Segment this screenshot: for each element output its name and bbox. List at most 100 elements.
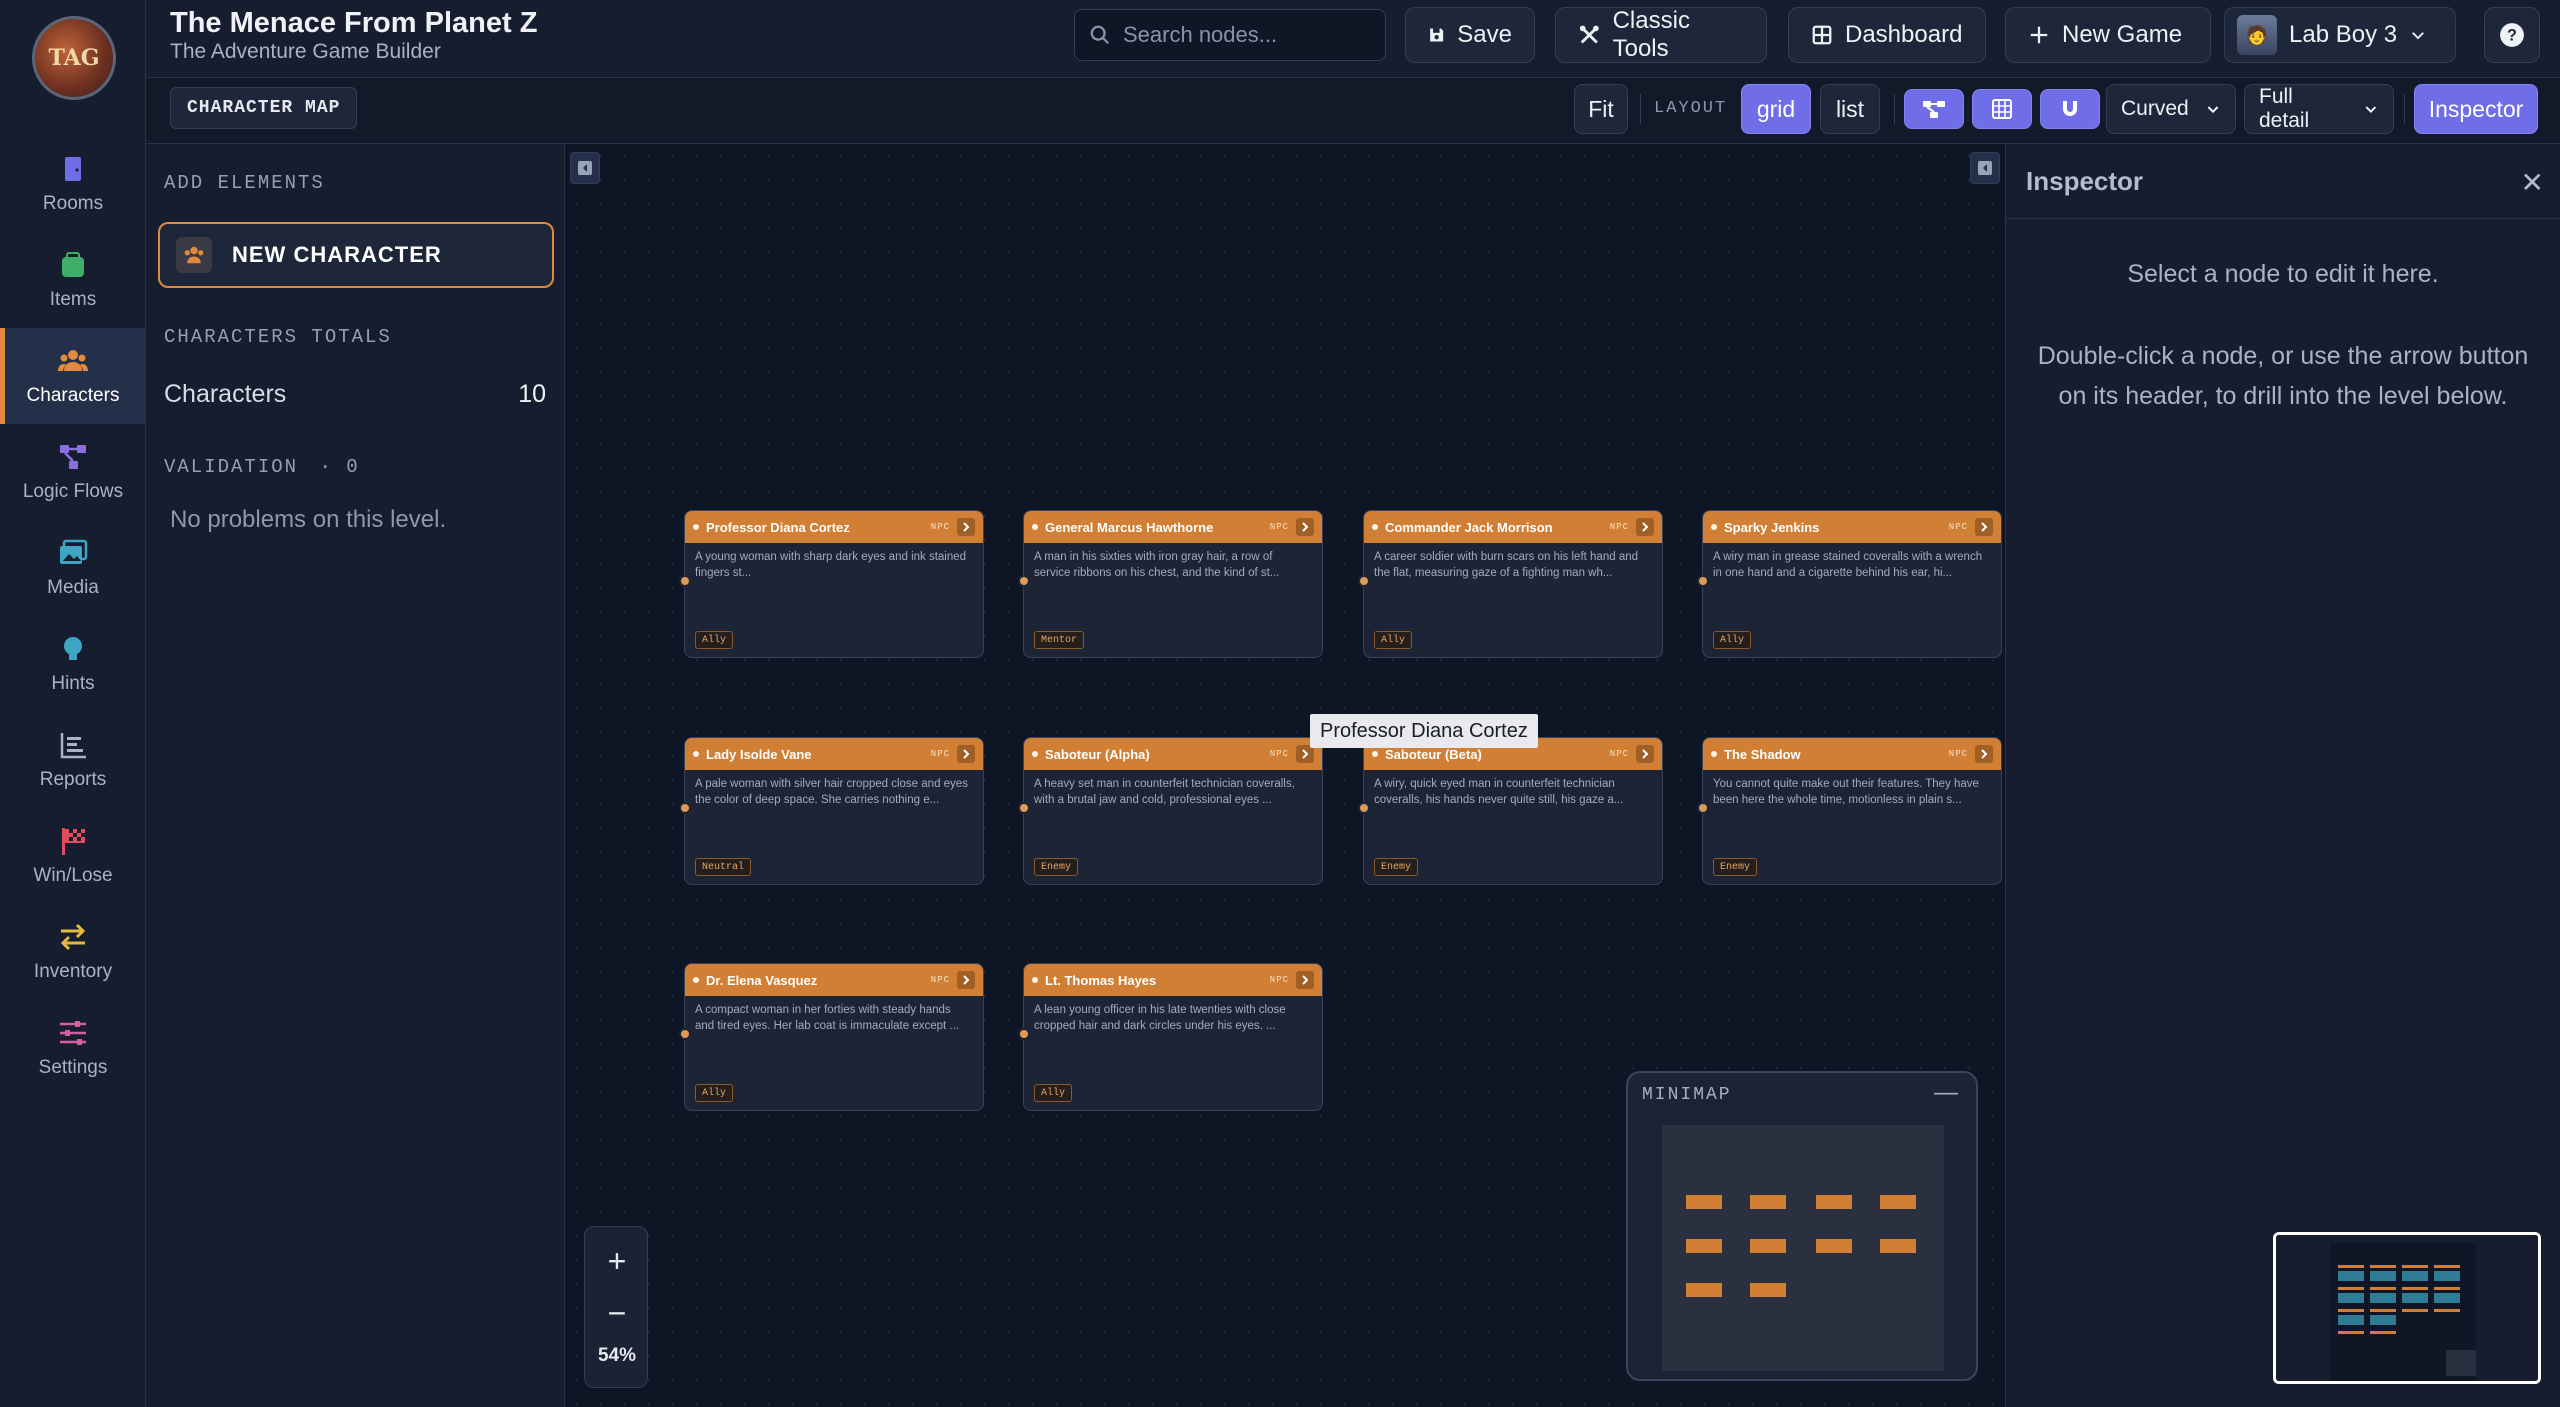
fit-button[interactable]: Fit [1574,84,1628,134]
magnet-button[interactable] [2040,89,2100,129]
logo-text: TAG [48,45,100,71]
close-icon[interactable]: ✕ [2521,166,2544,199]
zoom-in-button[interactable]: + [585,1235,649,1287]
layout-list-button[interactable]: list [1820,84,1880,134]
minimap-node [1686,1195,1722,1209]
drill-down-button[interactable] [1975,518,1993,536]
toolbar-divider [1894,94,1895,124]
classic-tools-button[interactable]: Classic Tools [1555,7,1767,63]
nav-label: Items [49,289,97,310]
door-icon [65,157,81,181]
nav-items[interactable]: Items [0,232,146,328]
drill-down-button[interactable] [1975,745,1993,763]
character-node[interactable]: Sparky Jenkins NPC A wiry man in grease st… [1697,510,2002,658]
connection-port[interactable] [1697,575,1709,587]
connection-port[interactable] [1018,575,1030,587]
nav-media[interactable]: Media [0,520,146,616]
nav-rooms[interactable]: Rooms [0,136,146,232]
search-box[interactable] [1074,9,1386,61]
layout-grid-button[interactable]: grid [1741,84,1811,134]
flag-icon [62,828,85,855]
collapse-left-panel-button[interactable] [570,152,600,184]
node-header[interactable]: General Marcus Hawthorne NPC [1024,511,1322,543]
connection-port[interactable] [1358,575,1370,587]
zoom-out-button[interactable]: − [585,1287,649,1339]
character-node[interactable]: Dr. Elena Vasquez NPC A compact woman in h… [679,963,984,1111]
character-node[interactable]: Commander Jack Morrison NPC A career soldi… [1358,510,1663,658]
node-header[interactable]: Saboteur (Alpha) NPC [1024,738,1322,770]
drill-down-button[interactable] [957,745,975,763]
character-node[interactable]: Saboteur (Alpha) NPC A heavy set man in co… [1018,737,1323,885]
minimap-minimize-button[interactable]: — [1934,1079,1958,1107]
inspector-toggle-button[interactable]: Inspector [2414,84,2538,134]
connection-port[interactable] [1358,802,1370,814]
character-node[interactable]: Lady Isolde Vane NPC A pale woman with sil… [679,737,984,885]
minimap-viewport[interactable] [1662,1125,1944,1371]
node-header[interactable]: Sparky Jenkins NPC [1703,511,2001,543]
toolbar-divider [1640,94,1641,124]
nav-characters[interactable]: Characters [0,328,146,424]
edge-style-select[interactable]: Curved [2106,84,2236,134]
new-character-button[interactable]: NEW CHARACTER [158,222,554,288]
graph-view-button[interactable] [1904,89,1964,129]
inspector-empty-message: Select a node to edit it here. [2127,260,2439,288]
node-title: General Marcus Hawthorne [1045,519,1214,535]
new-game-button[interactable]: New Game [2005,7,2211,63]
drill-down-button[interactable] [1296,518,1314,536]
node-description: A man in his sixties with iron gray hair… [1034,551,1280,579]
dashboard-button[interactable]: Dashboard [1788,7,1986,63]
drill-down-button[interactable] [1636,518,1654,536]
help-button[interactable]: ? [2484,7,2540,63]
save-button[interactable]: Save [1405,7,1535,63]
connection-port[interactable] [679,575,691,587]
screenshot-thumbnail[interactable] [2273,1232,2541,1384]
minimap-node [1880,1239,1916,1253]
app-title: The Menace From Planet Z [170,7,538,39]
collapse-right-panel-button[interactable] [1970,152,2000,184]
node-header[interactable]: Professor Diana Cortez NPC [685,511,983,543]
user-name: Lab Boy 3 [2289,21,2398,48]
detail-level-select[interactable]: Full detail [2244,84,2394,134]
node-header[interactable]: Commander Jack Morrison NPC [1364,511,1662,543]
drill-down-button[interactable] [1636,745,1654,763]
character-node[interactable]: Lt. Thomas Hayes NPC A lean young officer … [1018,963,1323,1111]
node-title: Saboteur (Beta) [1385,746,1482,762]
drill-down-button[interactable] [957,971,975,989]
node-header[interactable]: The Shadow NPC [1703,738,2001,770]
search-input[interactable] [1121,21,1361,49]
minimap[interactable]: MINIMAP — [1626,1071,1978,1381]
nav-hints[interactable]: Hints [0,616,146,712]
character-map-canvas[interactable]: Professor Diana Cortez NPC A young woman w… [565,144,2005,1407]
node-header[interactable]: Lt. Thomas Hayes NPC [1024,964,1322,996]
connection-port[interactable] [1018,802,1030,814]
connection-port[interactable] [679,802,691,814]
grid-snap-button[interactable] [1972,89,2032,129]
chevron-right-icon [963,749,970,759]
nav-settings[interactable]: Settings [0,1000,146,1096]
node-header[interactable]: Lady Isolde Vane NPC [685,738,983,770]
chevron-right-icon [1981,522,1988,532]
connection-port[interactable] [679,1028,691,1040]
nav-logic-flows[interactable]: Logic Flows [0,424,146,520]
character-node[interactable]: Professor Diana Cortez NPC A young woman w… [679,510,984,658]
chevron-right-icon [963,522,970,532]
collapse-left-icon [578,161,592,175]
app-logo[interactable]: TAG [32,16,116,100]
role-badge: Enemy [1374,858,1419,876]
node-header[interactable]: Dr. Elena Vasquez NPC [685,964,983,996]
report-icon [60,733,86,759]
nav-inventory[interactable]: Inventory [0,904,146,1000]
minimap-node [1750,1195,1786,1209]
character-node[interactable]: General Marcus Hawthorne NPC A man in his … [1018,510,1323,658]
drill-down-button[interactable] [1296,971,1314,989]
character-node[interactable]: The Shadow NPC You cannot quite make out t… [1697,737,2002,885]
user-menu[interactable]: 🧑 Lab Boy 3 [2224,7,2456,63]
characters-total-label: Characters [164,380,287,408]
nav-win-lose[interactable]: Win/Lose [0,808,146,904]
drill-down-button[interactable] [957,518,975,536]
connection-port[interactable] [1697,802,1709,814]
connection-port[interactable] [1018,1028,1030,1040]
nav-reports[interactable]: Reports [0,712,146,808]
character-node[interactable]: Saboteur (Beta) NPC A wiry, quick eyed man… [1358,737,1663,885]
role-badge: Mentor [1034,631,1085,649]
